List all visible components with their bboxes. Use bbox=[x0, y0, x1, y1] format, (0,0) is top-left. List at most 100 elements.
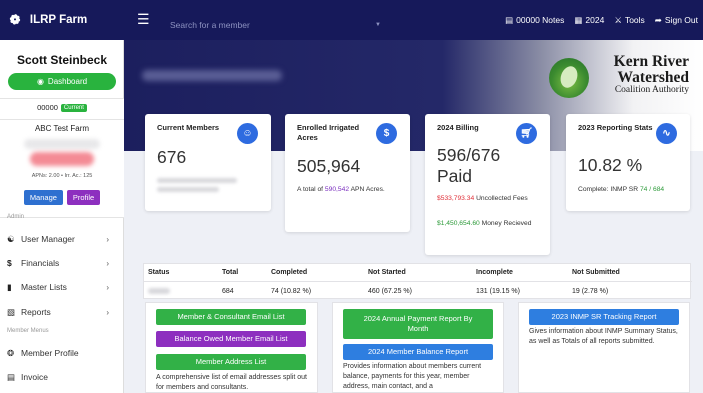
complete-count: 74 bbox=[639, 186, 648, 193]
card-title: 2024 Billing bbox=[437, 123, 479, 132]
apn-acres-value: 590,542 bbox=[324, 186, 350, 193]
email-lists-panel: Member & Consultant Email List Balance O… bbox=[145, 302, 318, 393]
member-number: 00000 bbox=[37, 103, 58, 112]
chevron-right-icon: › bbox=[106, 234, 109, 244]
email-lists-description: A comprehensive list of email addresses … bbox=[156, 374, 307, 392]
billing-paid-value: 596/676 Paid bbox=[437, 145, 501, 186]
hamburger-menu-icon[interactable]: ☰ bbox=[137, 11, 150, 28]
status-table: Status Total Completed Not Started Incom… bbox=[143, 263, 692, 300]
user-icon: ☺ bbox=[237, 123, 258, 144]
farm-name: ABC Test Farm bbox=[0, 119, 124, 133]
leaf-logo-icon bbox=[549, 58, 589, 98]
enrolled-acres-card: Enrolled Irrigated Acres $ 505,964 A tot… bbox=[285, 114, 410, 232]
app-title: ILRP Farm bbox=[29, 14, 88, 26]
leaf-icon: ❁ bbox=[6, 10, 24, 29]
table-header-row: Status Total Completed Not Started Incom… bbox=[144, 264, 692, 282]
topbar-actions: ▤ 00000 Notes ▦ 2024 ⚔ Tools ➦ Sign Out bbox=[505, 0, 698, 40]
members-count: 676 bbox=[157, 147, 187, 167]
current-members-card: Current Members ☺ 676 bbox=[145, 114, 271, 211]
kern-river-logo: Kern River Watershed Coalition Authority bbox=[549, 54, 689, 104]
received-amount: $1,450,654.60 bbox=[437, 220, 480, 227]
member-section-label: Member Menus bbox=[7, 328, 49, 334]
card-title: 2023 Reporting Stats bbox=[578, 123, 653, 132]
sidebar-item-member-profile[interactable]: ❂ Member Profile bbox=[7, 346, 117, 360]
member-summary: 00000 Current ABC Test Farm APNs: 2.00 •… bbox=[0, 98, 124, 218]
sidebar-item-reports[interactable]: ▧ Reports › bbox=[7, 305, 117, 319]
table-cell: 74 (10.82 %) bbox=[271, 287, 312, 295]
annual-payment-report-button[interactable]: 2024 Annual Payment Report By Month bbox=[343, 309, 493, 339]
payment-reports-description: Provides information about members curre… bbox=[343, 363, 482, 391]
book-icon: ▮ bbox=[7, 281, 12, 292]
redacted-text bbox=[24, 139, 100, 149]
admin-section-label: Admin bbox=[7, 214, 25, 220]
member-search-input[interactable]: Search for a member bbox=[170, 20, 250, 30]
reporting-stats-card: 2023 Reporting Stats ∿ 10.82 % Complete:… bbox=[566, 114, 690, 211]
redacted-badge bbox=[30, 152, 94, 166]
sidebar-item-master-lists[interactable]: ▮ Master Lists › bbox=[7, 280, 117, 294]
column-header: Incomplete bbox=[476, 269, 513, 276]
redacted-details bbox=[157, 178, 237, 196]
tools-icon: ⚔ bbox=[614, 14, 622, 25]
column-header: Not Submitted bbox=[572, 269, 620, 276]
complete-total: 684 bbox=[652, 186, 665, 193]
enrolled-acres-value: 505,964 bbox=[297, 156, 361, 176]
calendar-icon: ▦ bbox=[574, 14, 583, 25]
logo-line-2: Watershed bbox=[617, 68, 689, 86]
logo-line-1: Kern River bbox=[613, 53, 689, 70]
top-navbar: ❁ ILRP Farm ☰ Search for a member ▼ ▤ 000… bbox=[0, 0, 703, 40]
column-header: Not Started bbox=[368, 269, 406, 276]
column-header: Total bbox=[222, 269, 239, 276]
cart-icon: 🛒︎ bbox=[516, 123, 537, 144]
sidebar: Scott Steinbeck ◉ Dashboard 00000 Curren… bbox=[0, 40, 124, 393]
uncollected-amount: $533,793.34 bbox=[437, 195, 475, 202]
column-header: Status bbox=[148, 269, 170, 276]
table-cell: 684 bbox=[222, 287, 234, 295]
member-address-list-button[interactable]: Member Address List bbox=[156, 354, 306, 370]
tools-button[interactable]: ⚔ Tools bbox=[614, 15, 644, 26]
inmp-sr-tracking-report-button[interactable]: 2023 INMP SR Tracking Report bbox=[529, 309, 679, 325]
signout-icon: ➦ bbox=[654, 14, 662, 25]
dashboard-icon: ◉ bbox=[36, 77, 44, 86]
money-received: $1,450,654.60 Money Recieved bbox=[437, 220, 532, 227]
activity-icon: ∿ bbox=[656, 123, 677, 144]
dollar-icon: $ bbox=[7, 258, 12, 268]
uncollected-fees: $533,793.34 Uncollected Fees bbox=[437, 195, 528, 202]
sidebar-item-invoice[interactable]: ▤ Invoice bbox=[7, 370, 117, 384]
sidebar-item-financials[interactable]: $ Financials › bbox=[7, 256, 117, 270]
report-icon: ▧ bbox=[7, 306, 16, 317]
table-cell: 131 (19.15 %) bbox=[476, 287, 520, 295]
inmp-reports-description: Gives information about INMP Summary Sta… bbox=[529, 328, 678, 346]
logo-line-3: Coalition Authority bbox=[614, 85, 689, 95]
table-row: 684 74 (10.82 %) 460 (67.25 %) 131 (19.1… bbox=[144, 282, 692, 300]
year-button[interactable]: ▦ 2024 bbox=[574, 15, 604, 26]
payment-reports-panel: 2024 Annual Payment Report By Month 2024… bbox=[332, 302, 504, 393]
notes-button[interactable]: ▤ 00000 Notes bbox=[505, 15, 564, 26]
notes-icon: ▤ bbox=[505, 14, 514, 25]
chevron-right-icon: › bbox=[106, 307, 109, 317]
chevron-down-icon[interactable]: ▼ bbox=[375, 22, 381, 28]
table-cell: 19 (2.78 %) bbox=[572, 287, 609, 295]
chevron-right-icon: › bbox=[106, 282, 109, 292]
reporting-percent: 10.82 % bbox=[578, 155, 643, 175]
dashboard-button[interactable]: ◉ Dashboard bbox=[8, 73, 116, 90]
card-title: Current Members bbox=[157, 123, 220, 132]
column-header: Completed bbox=[271, 269, 308, 276]
apn-summary: APNs: 2.00 • Irr. Ac.: 125 bbox=[31, 173, 93, 179]
redacted-status bbox=[148, 288, 170, 294]
card-title: Enrolled Irrigated Acres bbox=[297, 123, 360, 143]
balance-owed-email-button[interactable]: Balance Owed Member Email List bbox=[156, 331, 306, 347]
member-balance-report-button[interactable]: 2024 Member Balance Report bbox=[343, 344, 493, 360]
inmp-complete: Complete: INMP SR 74 / 684 bbox=[578, 186, 665, 193]
app-brand[interactable]: ❁ ILRP Farm bbox=[0, 0, 124, 40]
manage-button[interactable]: Manage bbox=[23, 190, 63, 205]
user-circle-icon: ❂ bbox=[7, 347, 15, 358]
chevron-right-icon: › bbox=[106, 258, 109, 268]
users-icon: ☯ bbox=[7, 233, 15, 244]
sidebar-item-user-manager[interactable]: ☯ User Manager › bbox=[7, 232, 117, 246]
signout-button[interactable]: ➦ Sign Out bbox=[655, 15, 698, 26]
status-badge: Current bbox=[60, 103, 87, 112]
profile-button[interactable]: Profile bbox=[66, 190, 101, 205]
inmp-reports-panel: 2023 INMP SR Tracking Report Gives infor… bbox=[518, 302, 690, 393]
member-consultant-email-button[interactable]: Member & Consultant Email List bbox=[156, 309, 306, 325]
redacted-page-title bbox=[142, 70, 282, 81]
